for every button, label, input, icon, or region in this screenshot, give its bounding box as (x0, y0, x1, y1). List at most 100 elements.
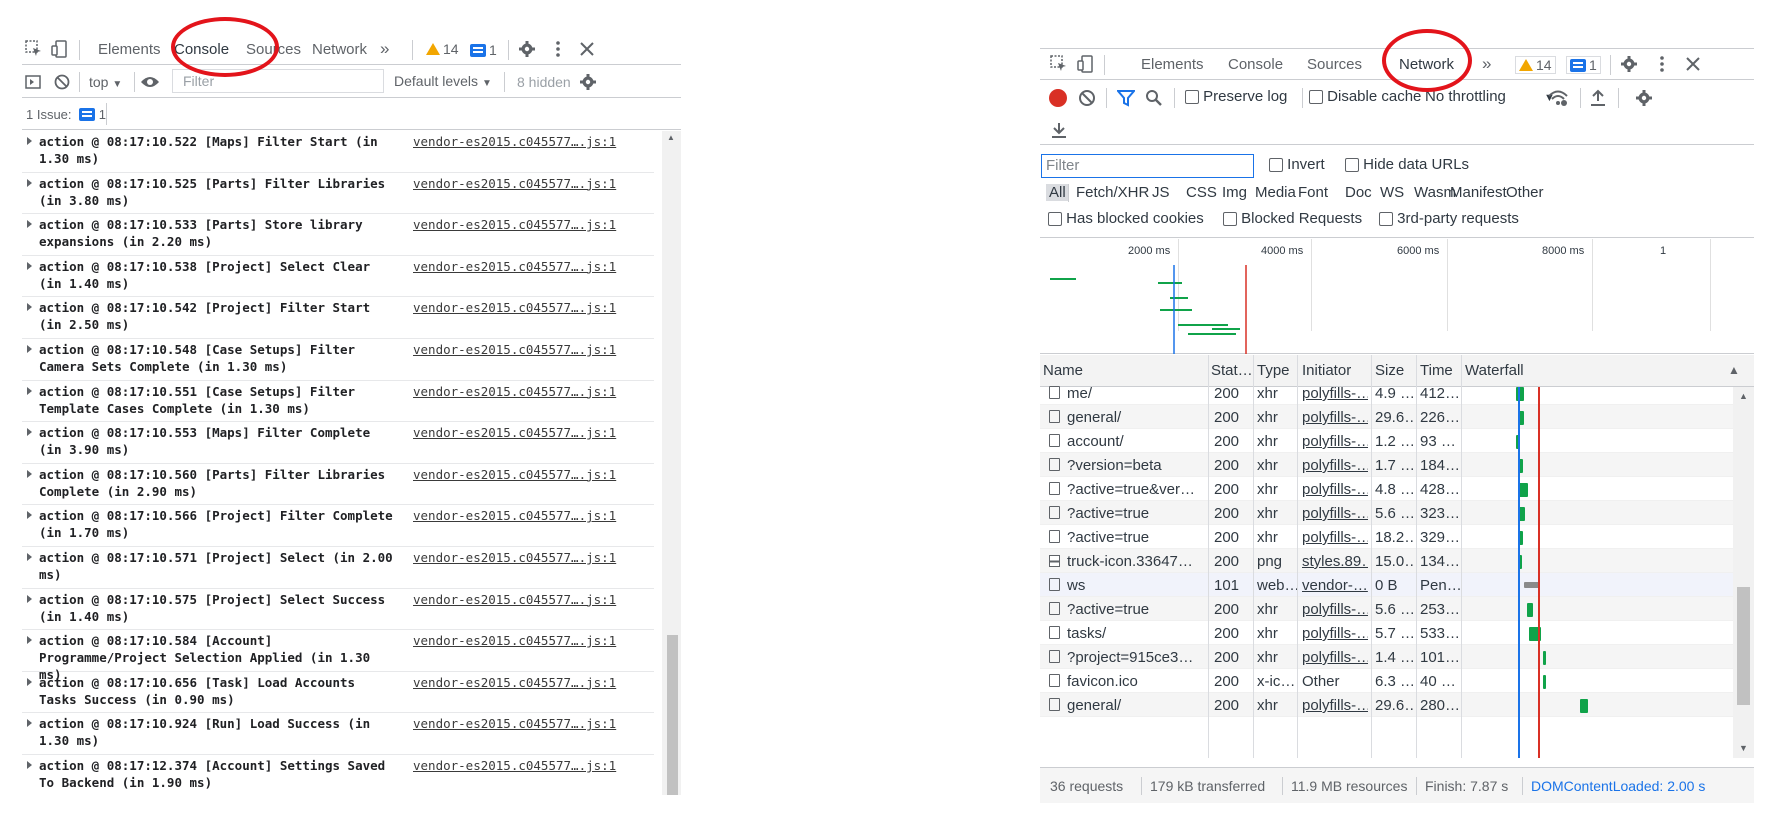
log-source-link[interactable]: vendor-es2015.c045577….js:1 (413, 591, 616, 608)
console-log-row[interactable]: action @ 08:17:10.522 [Maps] Filter Star… (22, 131, 654, 173)
preserve-log-checkbox[interactable]: Preserve log (1185, 88, 1287, 105)
tab-network[interactable]: Network (312, 41, 367, 58)
console-log-row[interactable]: action @ 08:17:10.560 [Parts] Filter Lib… (22, 464, 654, 506)
warnings-badge[interactable]: 14 (1515, 56, 1556, 74)
column-size[interactable]: Size (1375, 362, 1404, 379)
scroll-down-icon[interactable]: ▼ (1739, 743, 1748, 753)
settings-gear-icon[interactable] (1619, 54, 1639, 74)
log-source-link[interactable]: vendor-es2015.c045577….js:1 (413, 632, 616, 649)
request-row[interactable]: ?active=true 200 xhr polyfills-… 5.6 … 323… (1040, 501, 1733, 525)
expand-arrow-icon[interactable] (27, 636, 32, 645)
request-row[interactable]: account/200 xhr polyfills-… 1.2 … 93 … (1040, 429, 1733, 453)
expand-arrow-icon[interactable] (27, 386, 32, 395)
request-initiator[interactable]: polyfills-… (1302, 625, 1368, 642)
request-row[interactable]: me/200 xhr polyfills-… 4.9 … 412… (1040, 381, 1733, 405)
request-row[interactable]: ?active=true 200 xhr polyfills-… 5.6 … 253… (1040, 597, 1733, 621)
request-row[interactable]: truck-icon.33647… 200 png styles.89… 15.0… 13… (1040, 549, 1733, 573)
requests-scrollbar-thumb[interactable] (1737, 587, 1750, 705)
messages-badge[interactable]: 1 (1566, 56, 1601, 74)
type-filter-manifest[interactable]: Manifest (1450, 184, 1507, 201)
log-source-link[interactable]: vendor-es2015.c045577….js:1 (413, 674, 616, 691)
expand-arrow-icon[interactable] (27, 594, 32, 603)
expand-arrow-icon[interactable] (27, 761, 32, 769)
log-source-link[interactable]: vendor-es2015.c045577….js:1 (413, 216, 616, 233)
device-toolbar-icon[interactable] (1076, 54, 1096, 74)
log-source-link[interactable]: vendor-es2015.c045577….js:1 (413, 757, 616, 774)
expand-arrow-icon[interactable] (27, 719, 32, 728)
expand-arrow-icon[interactable] (27, 677, 32, 686)
sort-ascending-icon[interactable]: ▲ (1728, 363, 1740, 377)
request-initiator[interactable]: styles.89… (1302, 553, 1368, 570)
request-initiator[interactable]: polyfills-… (1302, 409, 1368, 426)
expand-arrow-icon[interactable] (27, 261, 32, 270)
log-source-link[interactable]: vendor-es2015.c045577….js:1 (413, 175, 616, 192)
warnings-badge[interactable]: 14 (426, 41, 459, 57)
console-settings-gear-icon[interactable] (578, 72, 598, 92)
column-type[interactable]: Type (1257, 362, 1290, 379)
requests-scrollbar[interactable]: ▲ ▼ (1733, 387, 1754, 758)
tab-elements[interactable]: Elements (98, 41, 161, 58)
request-row[interactable]: ?version=beta 200 xhr polyfills-… 1.7 … 184… (1040, 453, 1733, 477)
expand-arrow-icon[interactable] (27, 428, 32, 437)
console-log-row[interactable]: action @ 08:17:10.553 [Maps] Filter Comp… (22, 422, 654, 464)
request-initiator[interactable]: polyfills-… (1302, 433, 1368, 450)
tab-elements[interactable]: Elements (1141, 56, 1204, 73)
levels-dropdown[interactable]: Default levels ▼ (394, 73, 492, 89)
column-waterfall[interactable]: Waterfall (1465, 362, 1524, 379)
type-filter-font[interactable]: Font (1298, 184, 1328, 201)
expand-arrow-icon[interactable] (27, 137, 32, 145)
column-name[interactable]: Name (1043, 362, 1083, 379)
context-selector[interactable]: top ▼ (89, 74, 122, 90)
console-log-row[interactable]: action @ 08:17:12.374 [Account] Settings… (22, 755, 654, 795)
log-source-link[interactable]: vendor-es2015.c045577….js:1 (413, 424, 616, 441)
request-row[interactable]: general/200 xhr polyfills-… 29.6… 280… (1040, 693, 1733, 717)
request-row[interactable]: ?project=915ce3… 200 xhr polyfills-… 1.4 … 10… (1040, 645, 1733, 669)
type-filter-js[interactable]: JS (1152, 184, 1170, 201)
console-log-row[interactable]: action @ 08:17:10.924 [Run] Load Success… (22, 713, 654, 755)
live-expression-eye-icon[interactable] (140, 72, 160, 92)
request-row[interactable]: ?active=true 200 xhr polyfills-… 18.2… 329… (1040, 525, 1733, 549)
request-row[interactable]: ?active=true&ver… 200 xhr polyfills-… 4.8 … 4… (1040, 477, 1733, 501)
tab-sources[interactable]: Sources (1307, 56, 1362, 73)
network-overview-timeline[interactable]: 2000 ms 4000 ms 6000 ms 8000 ms 1 (1040, 239, 1754, 354)
console-log-row[interactable]: action @ 08:17:10.584 [Account] Programm… (22, 630, 654, 682)
messages-badge[interactable]: 1 (470, 42, 497, 58)
request-initiator[interactable]: polyfills-… (1302, 529, 1368, 546)
kebab-menu-icon[interactable] (1652, 54, 1672, 74)
console-log-row[interactable]: action @ 08:17:10.571 [Project] Select (… (22, 547, 654, 589)
type-filter-all[interactable]: All (1046, 184, 1069, 201)
log-source-link[interactable]: vendor-es2015.c045577….js:1 (413, 258, 616, 275)
close-icon[interactable] (1683, 54, 1703, 74)
request-initiator[interactable]: vendor-… (1302, 577, 1368, 594)
record-icon[interactable] (1049, 89, 1067, 107)
import-har-upload-icon[interactable] (1588, 88, 1608, 108)
request-row[interactable]: general/200 xhr polyfills-… 29.6… 226… (1040, 405, 1733, 429)
console-log-row[interactable]: action @ 08:17:10.656 [Task] Load Accoun… (22, 672, 654, 714)
third-party-requests-checkbox[interactable]: 3rd-party requests (1379, 210, 1519, 227)
invert-checkbox[interactable]: Invert (1269, 156, 1325, 173)
tab-console[interactable]: Console (1228, 56, 1283, 73)
type-filter-ws[interactable]: WS (1380, 184, 1404, 201)
log-source-link[interactable]: vendor-es2015.c045577….js:1 (413, 299, 616, 316)
type-filter-media[interactable]: Media (1255, 184, 1296, 201)
expand-arrow-icon[interactable] (27, 469, 32, 478)
inspect-element-icon[interactable] (1049, 54, 1069, 74)
log-source-link[interactable]: vendor-es2015.c045577….js:1 (413, 549, 616, 566)
log-source-link[interactable]: vendor-es2015.c045577….js:1 (413, 133, 616, 150)
filter-funnel-icon[interactable] (1116, 88, 1136, 108)
request-row[interactable]: ws 101 web… vendor-… 0 B Pen… (1040, 573, 1733, 597)
type-filter-img[interactable]: Img (1222, 184, 1247, 201)
log-source-link[interactable]: vendor-es2015.c045577….js:1 (413, 383, 616, 400)
type-filter-doc[interactable]: Doc (1345, 184, 1372, 201)
expand-arrow-icon[interactable] (27, 511, 32, 520)
expand-arrow-icon[interactable] (27, 553, 32, 561)
expand-arrow-icon[interactable] (27, 345, 32, 353)
has-blocked-cookies-checkbox[interactable]: Has blocked cookies (1048, 210, 1204, 227)
request-initiator[interactable]: polyfills-… (1302, 697, 1368, 714)
scroll-up-icon[interactable]: ▲ (1739, 391, 1748, 401)
log-source-link[interactable]: vendor-es2015.c045577….js:1 (413, 341, 616, 358)
request-row[interactable]: favicon.ico 200 x-ic… Other 6.3 … 40 … (1040, 669, 1733, 693)
throttling-dropdown[interactable]: No throttling ▼ (1425, 88, 1555, 105)
console-log-row[interactable]: action @ 08:17:10.525 [Parts] Filter Lib… (22, 173, 654, 215)
request-initiator[interactable]: polyfills-… (1302, 457, 1368, 474)
